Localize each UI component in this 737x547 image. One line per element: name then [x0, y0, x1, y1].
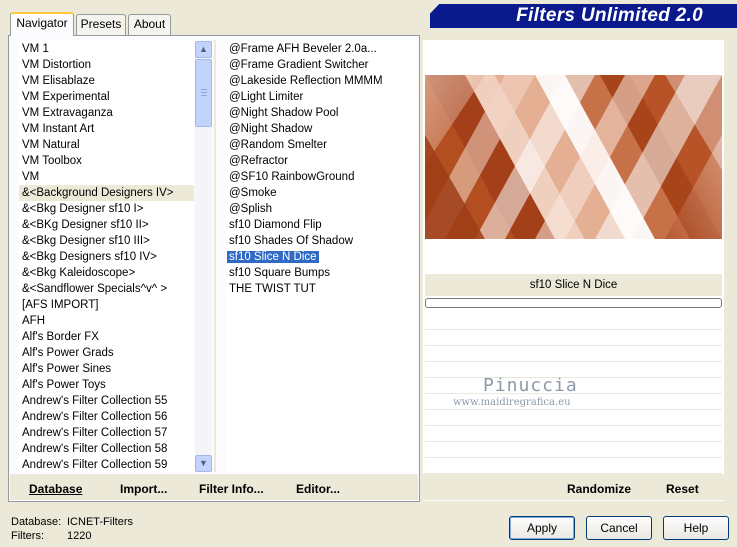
category-item[interactable]: Alf's Power Sines: [19, 361, 194, 377]
category-item[interactable]: &<BKg Designer sf10 II>: [19, 217, 194, 233]
filter-item-label: @Night Shadow: [229, 123, 313, 135]
filter-item[interactable]: sf10 Diamond Flip: [226, 217, 416, 233]
category-list[interactable]: VM 1 VM Distortion VM Elisablaze VM Experim…: [19, 41, 194, 472]
list-divider: [214, 40, 216, 472]
tab-presets[interactable]: Presets: [76, 14, 126, 35]
progress-bar: [425, 298, 722, 308]
filter-item[interactable]: @Random Smelter: [226, 137, 416, 153]
import-button[interactable]: Import...: [120, 482, 167, 496]
category-item[interactable]: &<Bkg Designer sf10 I>: [19, 201, 194, 217]
filter-item-label: sf10 Square Bumps: [229, 267, 331, 279]
param-row: [425, 410, 722, 426]
help-button[interactable]: Help: [663, 516, 729, 540]
category-item[interactable]: &<Bkg Kaleidoscope>: [19, 265, 194, 281]
category-item[interactable]: Alf's Power Grads: [19, 345, 194, 361]
category-item[interactable]: VM Natural: [19, 137, 194, 153]
category-item[interactable]: &<Background Designers IV>: [19, 185, 194, 201]
filter-item-label: @Lakeside Reflection MMMM: [229, 75, 383, 87]
title-banner: Filters Unlimited 2.0: [430, 4, 737, 28]
category-item[interactable]: &<Bkg Designer sf10 III>: [19, 233, 194, 249]
category-item[interactable]: VM Experimental: [19, 89, 194, 105]
filter-item-label: @SF10 RainbowGround: [229, 171, 355, 183]
database-button[interactable]: Database: [29, 482, 82, 496]
category-item[interactable]: Alf's Power Toys: [19, 377, 194, 393]
param-row: [425, 458, 722, 474]
filter-item[interactable]: @Frame Gradient Switcher: [226, 57, 416, 73]
watermark-url: www.maidiregrafica.eu: [453, 397, 571, 408]
apply-button[interactable]: Apply: [509, 516, 575, 540]
category-item[interactable]: [AFS IMPORT]: [19, 297, 194, 313]
filter-item[interactable]: @Smoke: [226, 185, 416, 201]
filter-info-button[interactable]: Filter Info...: [199, 482, 264, 496]
category-item[interactable]: Andrew's Filter Collection 58: [19, 441, 194, 457]
category-scrollbar[interactable]: ▲ ▼: [195, 41, 212, 472]
filter-item[interactable]: @SF10 RainbowGround: [226, 169, 416, 185]
category-item[interactable]: VM Distortion: [19, 57, 194, 73]
database-value: ICNET-Filters: [67, 516, 133, 528]
filter-item[interactable]: @Night Shadow Pool: [226, 105, 416, 121]
filter-item-label: sf10 Slice N Dice: [227, 251, 319, 263]
scroll-up-arrow-icon[interactable]: ▲: [195, 41, 212, 58]
filters-count-value: 1220: [67, 530, 92, 542]
category-item[interactable]: VM Instant Art: [19, 121, 194, 137]
scroll-down-arrow-icon[interactable]: ▼: [195, 455, 212, 472]
category-item[interactable]: VM Extravaganza: [19, 105, 194, 121]
filter-item[interactable]: sf10 Slice N Dice: [226, 249, 416, 265]
category-item[interactable]: Andrew's Filter Collection 59: [19, 457, 194, 472]
filter-item[interactable]: @Night Shadow: [226, 121, 416, 137]
category-item[interactable]: Andrew's Filter Collection 57: [19, 425, 194, 441]
database-label: Database:: [11, 516, 62, 528]
category-item[interactable]: VM Elisablaze: [19, 73, 194, 89]
tab-about[interactable]: About: [128, 14, 171, 35]
category-item[interactable]: AFH: [19, 313, 194, 329]
banner-title: Filters Unlimited 2.0: [516, 5, 703, 26]
param-row: [425, 426, 722, 442]
filter-item[interactable]: @Frame AFH Beveler 2.0a...: [226, 41, 416, 57]
filter-item[interactable]: @Lakeside Reflection MMMM: [226, 73, 416, 89]
filter-item[interactable]: @Splish: [226, 201, 416, 217]
category-item[interactable]: &<Sandflower Specials^v^ >: [19, 281, 194, 297]
filter-item[interactable]: sf10 Shades Of Shadow: [226, 233, 416, 249]
reset-button[interactable]: Reset: [666, 482, 699, 496]
param-row: [425, 346, 722, 362]
filter-item[interactable]: @Refractor: [226, 153, 416, 169]
param-row: [425, 314, 722, 330]
filter-item-label: @Smoke: [229, 187, 277, 199]
category-item[interactable]: VM 1: [19, 41, 194, 57]
category-item[interactable]: VM Toolbox: [19, 153, 194, 169]
category-item[interactable]: &<Bkg Designers sf10 IV>: [19, 249, 194, 265]
preview-image: [425, 75, 722, 239]
filter-item-label: @Refractor: [229, 155, 288, 167]
filters-count-label: Filters:: [11, 530, 44, 542]
preview-filter-name: sf10 Slice N Dice: [425, 274, 722, 296]
randomize-button[interactable]: Randomize: [567, 482, 631, 496]
filter-item-label: sf10 Diamond Flip: [229, 219, 322, 231]
filter-item[interactable]: @Light Limiter: [226, 89, 416, 105]
filter-item-label: @Light Limiter: [229, 91, 304, 103]
filter-item[interactable]: sf10 Square Bumps: [226, 265, 416, 281]
param-row: [425, 330, 722, 346]
filter-item-label: @Random Smelter: [229, 139, 327, 151]
filter-item-label: @Splish: [229, 203, 272, 215]
watermark-name: Pinuccia: [483, 375, 578, 396]
editor-button[interactable]: Editor...: [296, 482, 340, 496]
filter-item-label: @Frame Gradient Switcher: [229, 59, 369, 71]
filter-item[interactable]: THE TWIST TUT: [226, 281, 416, 297]
tab-navigator[interactable]: Navigator: [10, 12, 74, 36]
param-row: [425, 442, 722, 458]
filter-item-label: @Frame AFH Beveler 2.0a...: [229, 43, 377, 55]
scroll-thumb[interactable]: [195, 59, 212, 127]
category-item[interactable]: Andrew's Filter Collection 56: [19, 409, 194, 425]
filter-list[interactable]: @Frame AFH Beveler 2.0a... @Frame Gradien…: [226, 41, 416, 472]
cancel-button[interactable]: Cancel: [586, 516, 652, 540]
category-item[interactable]: Alf's Border FX: [19, 329, 194, 345]
category-item[interactable]: VM: [19, 169, 194, 185]
filter-item-label: THE TWIST TUT: [229, 283, 316, 295]
filter-item-label: @Night Shadow Pool: [229, 107, 339, 119]
category-item[interactable]: Andrew's Filter Collection 55: [19, 393, 194, 409]
filter-item-label: sf10 Shades Of Shadow: [229, 235, 354, 247]
